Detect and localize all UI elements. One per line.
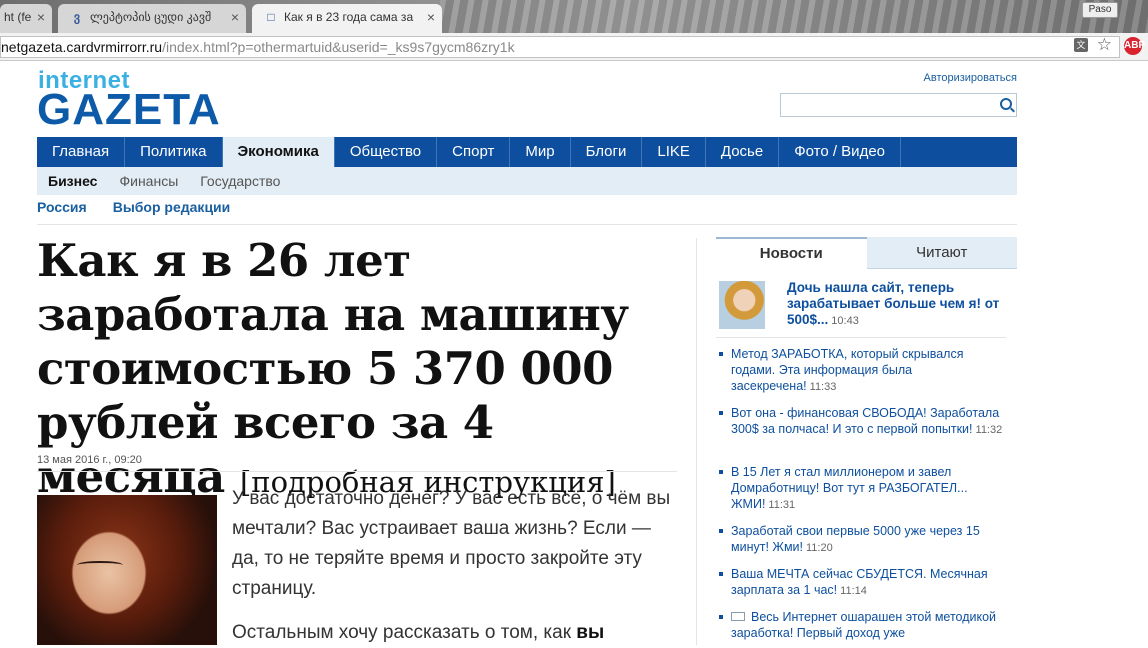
tab-news[interactable]: Новости (716, 237, 867, 269)
tag-link[interactable]: Выбор редакции (113, 199, 231, 215)
nav-item-like[interactable]: LIKE (642, 137, 706, 167)
news-title: Заработай свои первые 5000 уже через 15 … (731, 524, 980, 554)
nav-item-dossier[interactable]: Досье (706, 137, 780, 167)
article-photo (37, 495, 217, 645)
sidebar-tabs: Новости Читают (716, 237, 1017, 269)
close-icon[interactable]: × (231, 9, 239, 25)
news-time: 11:14 (840, 585, 867, 597)
window-control-button[interactable]: Paso (1082, 2, 1118, 18)
login-link[interactable]: Авторизироваться (924, 72, 1017, 84)
browser-tab[interactable]: ვ ლეპტოპის ცუდი კავშ × (58, 4, 246, 33)
close-icon[interactable]: × (37, 9, 45, 25)
url-host: netgazeta.cardvrmirrorr.ru (1, 39, 163, 55)
search-icon[interactable] (1000, 98, 1012, 110)
tab-popular[interactable]: Читают (866, 237, 1017, 269)
url-field[interactable]: netgazeta.cardvrmirrorr.ru/index.html?p=… (0, 36, 1120, 58)
tab-title: ლეპტოპის ცუდი კავშ (90, 10, 212, 24)
news-item[interactable]: В 15 Лет я стал миллионером и завел Домр… (731, 464, 1006, 513)
adblock-extension-icon[interactable]: ABP (1124, 37, 1145, 55)
page-icon: □ (267, 10, 275, 24)
favicon-icon: ვ (73, 10, 81, 24)
news-time: 11:20 (806, 542, 833, 554)
url-path: /index.html?p=othermartuid&userid=_ks9s7… (162, 39, 515, 55)
tag-link[interactable]: Россия (37, 199, 87, 215)
subnav-item-business[interactable]: Бизнес (37, 167, 108, 195)
news-title: В 15 Лет я стал миллионером и завел Домр… (731, 465, 968, 511)
nav-item-world[interactable]: Мир (510, 137, 571, 167)
bullet-icon (719, 352, 723, 356)
article-paragraph: У вас достаточно денег? У вас есть всё, … (232, 488, 671, 599)
search-box (780, 93, 1017, 117)
news-title: Вот она - финансовая СВОБОДА! Заработала… (731, 406, 1000, 436)
divider (37, 224, 1017, 225)
news-item[interactable]: Заработай свои первые 5000 уже через 15 … (731, 523, 1006, 556)
nav-item-society[interactable]: Общество (335, 137, 438, 167)
paragraph-bold-text: вы (576, 622, 605, 643)
news-time: 10:43 (831, 315, 859, 327)
nav-item-blogs[interactable]: Блоги (571, 137, 643, 167)
news-time: 11:32 (975, 424, 1003, 436)
bullet-icon (719, 470, 723, 474)
divider (37, 471, 677, 472)
bookmark-star-icon[interactable]: ☆ (1097, 35, 1112, 55)
bullet-icon (719, 411, 723, 415)
bullet-icon (719, 615, 723, 619)
browser-tab-active[interactable]: □ Как я в 23 года сама за × (252, 4, 442, 33)
browser-tab-strip: ht (fe × ვ ლეპტოპის ცუდი კავშ × □ Как я в … (0, 0, 1148, 33)
address-bar: netgazeta.cardvrmirrorr.ru/index.html?p=… (0, 33, 1148, 61)
divider (716, 337, 1006, 338)
featured-thumbnail[interactable] (719, 281, 765, 329)
news-item[interactable]: Метод ЗАРАБОТКА, который скрывался годам… (731, 346, 1006, 395)
close-icon[interactable]: × (427, 9, 435, 25)
nav-item-politics[interactable]: Политика (125, 137, 223, 167)
paragraph-text: Остальным хочу рассказать о том, как (232, 622, 572, 643)
news-title: Дочь нашла сайт, теперь зарабатывает бол… (787, 280, 1000, 327)
news-item[interactable]: Ваша МЕЧТА сейчас СБУДЕТСЯ. Месячная зар… (731, 566, 1006, 599)
nav-item-photo-video[interactable]: Фото / Видео (779, 137, 902, 167)
site-logo-main[interactable]: GAZETA (37, 88, 221, 132)
nav-item-economy[interactable]: Экономика (222, 137, 335, 167)
news-item[interactable]: Весь Интернет ошарашен этой методикой за… (731, 609, 1006, 641)
featured-news-link[interactable]: Дочь нашла сайт, теперь зарабатывает бол… (787, 280, 1012, 329)
subnav-item-finance[interactable]: Финансы (108, 167, 189, 195)
news-item[interactable]: Вот она - финансовая СВОБОДА! Заработала… (731, 405, 1006, 438)
tab-title: ht (fe (4, 10, 32, 24)
bullet-icon (719, 572, 723, 576)
nav-item-home[interactable]: Главная (37, 137, 126, 167)
article-headline: Как я в 26 лет заработала на машину стои… (37, 234, 677, 509)
nav-item-sport[interactable]: Спорт (437, 137, 511, 167)
web-page: internet GAZETA Авторизироваться Главная… (37, 61, 1017, 645)
search-input[interactable] (785, 95, 989, 117)
tag-links: Россия Выбор редакции (37, 199, 256, 215)
bullet-icon (719, 529, 723, 533)
news-time: 11:33 (809, 381, 837, 393)
column-divider (696, 238, 697, 645)
subnav-item-state[interactable]: Государство (189, 167, 291, 195)
news-title: Весь Интернет ошарашен этой методикой за… (731, 610, 997, 640)
sub-navigation: Бизнес Финансы Государство (37, 167, 1017, 195)
news-time: 11:31 (768, 499, 796, 511)
envelope-icon (731, 612, 745, 621)
translate-icon[interactable]: 文 (1074, 38, 1088, 52)
news-title: Метод ЗАРАБОТКА, который скрывался годам… (731, 347, 964, 393)
article-paragraph: Остальным хочу рассказать о том, как вы (232, 618, 682, 648)
article-date: 13 мая 2016 г., 09:20 (37, 454, 142, 466)
main-navigation: Главная Политика Экономика Общество Спор… (37, 137, 1017, 167)
browser-tab[interactable]: ht (fe × (0, 4, 52, 33)
tab-title: Как я в 23 года сама за (284, 10, 414, 24)
